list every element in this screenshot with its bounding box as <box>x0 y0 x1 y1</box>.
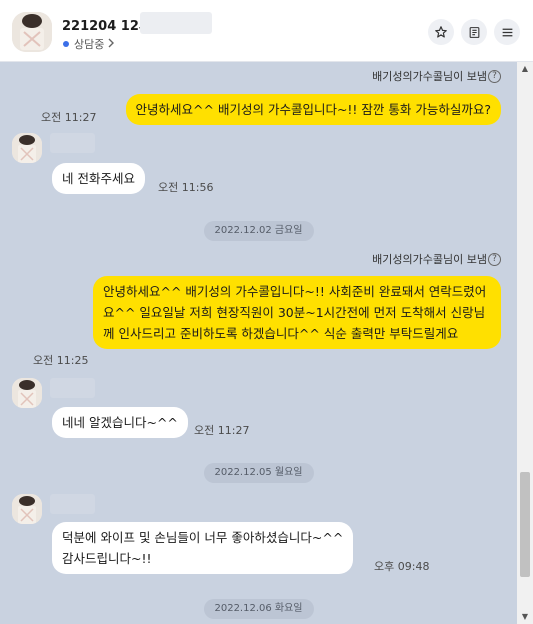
message-line: 덕분에 와이프 및 손님들이 너무 좋아하셨습니다~^^ <box>62 530 344 545</box>
message-time: 오전 11:25 <box>33 354 89 367</box>
menu-button[interactable] <box>494 19 520 45</box>
status-label: 상담중 <box>74 38 105 51</box>
date-divider: 2022.12.05 월요일 <box>203 463 314 483</box>
date-divider: 2022.12.06 화요일 <box>203 599 314 619</box>
message-line: 감사드립니다~!! <box>62 551 152 566</box>
blurred-sender-name <box>50 494 95 514</box>
blurred-sender-name <box>50 133 95 153</box>
sender-label: 배기성의가수콜님이 보냄 <box>372 70 487 83</box>
menu-icon <box>502 28 512 36</box>
chevron-right-icon <box>107 38 115 51</box>
help-icon[interactable]: ? <box>488 70 501 83</box>
friend-avatar[interactable] <box>12 378 42 408</box>
message-time: 오전 11:27 <box>41 111 97 124</box>
date-divider: 2022.12.02 금요일 <box>203 221 314 241</box>
message-time: 오후 09:48 <box>374 560 430 573</box>
blurred-name <box>140 12 212 34</box>
status-row[interactable]: 상담중 <box>62 36 115 52</box>
friend-avatar[interactable] <box>12 494 42 524</box>
friend-message-bubble: 네네 알겠습니다~^^ <box>52 407 188 438</box>
scrollbar[interactable]: ▲ ▼ <box>517 62 533 624</box>
message-time: 오전 11:27 <box>194 424 250 437</box>
sender-label: 배기성의가수콜님이 보냄 <box>372 253 487 266</box>
chat-area: 배기성의가수콜님이 보냄 ? 안녕하세요^^ 배기성의 가수콜입니다~!! 잠깐… <box>0 62 517 624</box>
help-icon[interactable]: ? <box>488 253 501 266</box>
chat-header: 221204 12시 상담중 <box>0 0 533 62</box>
friend-message-bubble: 네 전화주세요 <box>52 163 145 194</box>
blurred-sender-name <box>50 378 95 398</box>
chat-title: 221204 12시 <box>62 19 151 34</box>
message-time: 오전 11:56 <box>158 181 214 194</box>
star-icon <box>435 26 447 38</box>
friend-message-bubble: 덕분에 와이프 및 손님들이 너무 좋아하셨습니다~^^ 감사드립니다~!! <box>52 522 354 574</box>
my-message-bubble: 안녕하세요^^ 배기성의 가수콜입니다~!! 잠깐 통화 가능하실까요? <box>125 94 501 125</box>
notes-button[interactable] <box>461 19 487 45</box>
scroll-down-icon[interactable]: ▼ <box>517 610 533 624</box>
status-dot <box>63 41 69 47</box>
scrollbar-thumb[interactable] <box>520 472 530 577</box>
friend-avatar[interactable] <box>12 133 42 163</box>
favorite-button[interactable] <box>428 19 454 45</box>
profile-avatar[interactable] <box>12 12 52 52</box>
scroll-up-icon[interactable]: ▲ <box>517 62 533 76</box>
my-message-bubble: 안녕하세요^^ 배기성의 가수콜입니다~!! 사회준비 완료돼서 연락드렸어요^… <box>93 276 501 349</box>
document-icon <box>469 26 479 38</box>
